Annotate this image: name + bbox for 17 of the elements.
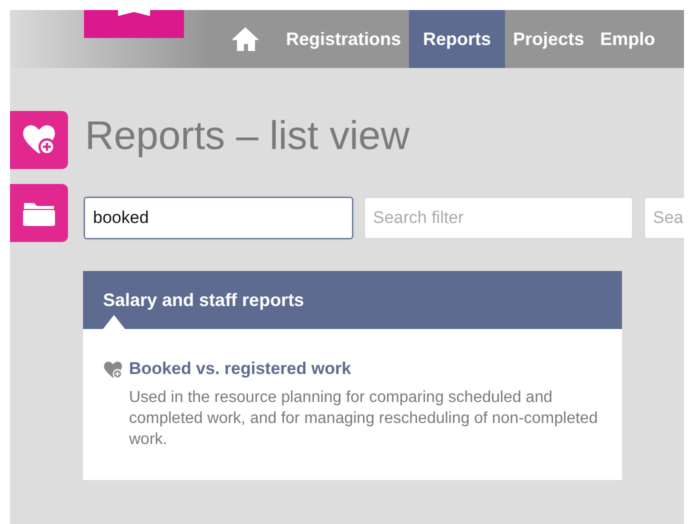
search-field[interactable]: Search filter <box>364 197 633 239</box>
favorite-heart-icon[interactable] <box>103 361 123 379</box>
nav-tab[interactable]: Registrations <box>278 10 410 68</box>
search-field[interactable]: booked <box>84 197 353 239</box>
report-link[interactable]: Booked vs. registered work <box>129 359 602 384</box>
logo[interactable] <box>84 10 184 38</box>
folder-button[interactable] <box>10 184 68 242</box>
report-description: Used in the resource planning for comparing scheduled and completed work, and for managing rescheduling of non-completed work. <box>129 388 599 450</box>
card-title: Salary and staff reports <box>103 290 304 310</box>
search-field[interactable]: Sea <box>644 197 684 239</box>
page-title: Reports – list view <box>85 113 411 159</box>
pointer-notch <box>103 315 125 329</box>
nav-tab[interactable]: Emplo <box>592 10 664 68</box>
nav-tab[interactable]: Reports <box>409 10 506 68</box>
nav-tab[interactable]: Projects <box>505 10 592 68</box>
heart-plus-icon <box>22 124 56 156</box>
favorites-button[interactable] <box>10 111 68 169</box>
